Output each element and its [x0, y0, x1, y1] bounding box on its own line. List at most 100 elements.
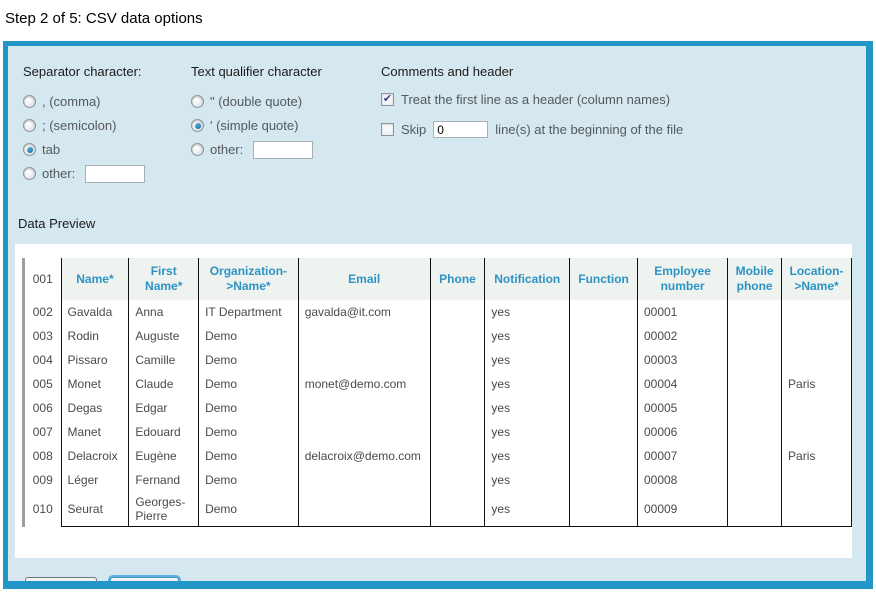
table-cell-3 — [298, 492, 430, 527]
comments-heading: Comments and header — [381, 64, 852, 79]
skip-lines-option[interactable]: Skip line(s) at the beginning of the fil… — [381, 121, 852, 138]
separator-radio-3[interactable] — [23, 167, 36, 180]
separator-heading: Separator character: — [23, 64, 191, 79]
table-cell-2: Demo — [199, 324, 299, 348]
qualifier-option-0[interactable]: " (double quote) — [191, 92, 381, 111]
table-row: 002GavaldaAnnaIT Departmentgavalda@it.co… — [24, 300, 852, 324]
separator-other-input[interactable] — [85, 165, 145, 183]
table-cell-2: Demo — [199, 492, 299, 527]
first-line-header-option[interactable]: Treat the first line as a header (column… — [381, 92, 852, 107]
separator-radio-label-3: other: — [42, 166, 75, 181]
table-cell-8 — [728, 372, 782, 396]
table-cell-0: Léger — [61, 468, 129, 492]
table-cell-0: Monet — [61, 372, 129, 396]
table-cell-5: yes — [485, 396, 570, 420]
skip-lines-label-after: line(s) at the beginning of the file — [495, 122, 683, 137]
table-cell-4 — [430, 396, 485, 420]
table-header-row: 001Name*First Name*Organization->Name*Em… — [24, 258, 852, 300]
row-number: 005 — [24, 372, 62, 396]
preview-head: 001Name*First Name*Organization->Name*Em… — [24, 258, 852, 300]
qualifier-radio-label-0: " (double quote) — [210, 94, 302, 109]
table-cell-5: yes — [485, 324, 570, 348]
table-cell-9 — [782, 324, 852, 348]
qualifier-radio-0[interactable] — [191, 95, 204, 108]
table-cell-5: yes — [485, 372, 570, 396]
table-cell-8 — [728, 396, 782, 420]
table-cell-1: Auguste — [129, 324, 199, 348]
table-cell-6 — [570, 420, 638, 444]
row-number: 008 — [24, 444, 62, 468]
table-cell-4 — [430, 492, 485, 527]
column-header-7: Employee number — [637, 258, 727, 300]
table-cell-5: yes — [485, 420, 570, 444]
table-cell-2: Demo — [199, 444, 299, 468]
qualifier-other-input[interactable] — [253, 141, 313, 159]
comments-group: Comments and header Treat the first line… — [381, 64, 852, 183]
separator-radio-2[interactable] — [23, 143, 36, 156]
table-cell-2: IT Department — [199, 300, 299, 324]
table-cell-1: Anna — [129, 300, 199, 324]
separator-option-0[interactable]: , (comma) — [23, 92, 191, 111]
data-preview-heading: Data Preview — [18, 216, 852, 231]
table-cell-7: 00005 — [637, 396, 727, 420]
column-header-1: First Name* — [129, 258, 199, 300]
table-row: 009LégerFernandDemoyes00008 — [24, 468, 852, 492]
separator-radio-label-0: , (comma) — [42, 94, 101, 109]
table-row: 008DelacroixEugèneDemodelacroix@demo.com… — [24, 444, 852, 468]
back-button[interactable]: << Back — [25, 577, 97, 589]
preview-body: 002GavaldaAnnaIT Departmentgavalda@it.co… — [24, 300, 852, 527]
skip-lines-checkbox[interactable] — [381, 123, 394, 136]
table-cell-1: Camille — [129, 348, 199, 372]
table-cell-3 — [298, 324, 430, 348]
table-cell-8 — [728, 444, 782, 468]
first-line-header-label: Treat the first line as a header (column… — [401, 92, 670, 107]
table-cell-7: 00003 — [637, 348, 727, 372]
table-cell-6 — [570, 444, 638, 468]
table-cell-6 — [570, 468, 638, 492]
qualifier-options: " (double quote) ' (simple quote) other: — [191, 92, 381, 159]
separator-option-1[interactable]: ; (semicolon) — [23, 116, 191, 135]
table-cell-2: Demo — [199, 420, 299, 444]
table-cell-5: yes — [485, 444, 570, 468]
table-cell-6 — [570, 348, 638, 372]
wizard-buttons: << Back Next >> — [25, 577, 852, 589]
qualifier-radio-2[interactable] — [191, 143, 204, 156]
column-header-3: Email — [298, 258, 430, 300]
table-cell-6 — [570, 396, 638, 420]
table-row: 006DegasEdgarDemoyes00005 — [24, 396, 852, 420]
table-cell-3 — [298, 396, 430, 420]
table-cell-1: Claude — [129, 372, 199, 396]
column-header-5: Notification — [485, 258, 570, 300]
table-cell-2: Demo — [199, 348, 299, 372]
table-cell-4 — [430, 372, 485, 396]
separator-radio-1[interactable] — [23, 119, 36, 132]
table-cell-9 — [782, 396, 852, 420]
first-line-header-checkbox[interactable] — [381, 93, 394, 106]
next-button[interactable]: Next >> — [110, 577, 180, 589]
table-cell-7: 00001 — [637, 300, 727, 324]
separator-group: Separator character: , (comma) ; (semicol… — [23, 64, 191, 183]
row-number: 003 — [24, 324, 62, 348]
separator-option-3[interactable]: other: — [23, 164, 191, 183]
separator-option-2[interactable]: tab — [23, 140, 191, 159]
skip-lines-label-before: Skip — [401, 122, 426, 137]
table-cell-4 — [430, 300, 485, 324]
qualifier-heading: Text qualifier character — [191, 64, 381, 79]
table-cell-4 — [430, 324, 485, 348]
column-header-0: Name* — [61, 258, 129, 300]
table-cell-2: Demo — [199, 396, 299, 420]
table-cell-5: yes — [485, 348, 570, 372]
qualifier-radio-1[interactable] — [191, 119, 204, 132]
skip-lines-input[interactable] — [433, 121, 488, 138]
table-cell-0: Seurat — [61, 492, 129, 527]
table-cell-4 — [430, 444, 485, 468]
table-cell-6 — [570, 324, 638, 348]
qualifier-option-1[interactable]: ' (simple quote) — [191, 116, 381, 135]
table-cell-1: Fernand — [129, 468, 199, 492]
row-number: 010 — [24, 492, 62, 527]
table-cell-6 — [570, 492, 638, 527]
separator-radio-0[interactable] — [23, 95, 36, 108]
qualifier-option-2[interactable]: other: — [191, 140, 381, 159]
table-cell-6 — [570, 300, 638, 324]
column-header-8: Mobile phone — [728, 258, 782, 300]
